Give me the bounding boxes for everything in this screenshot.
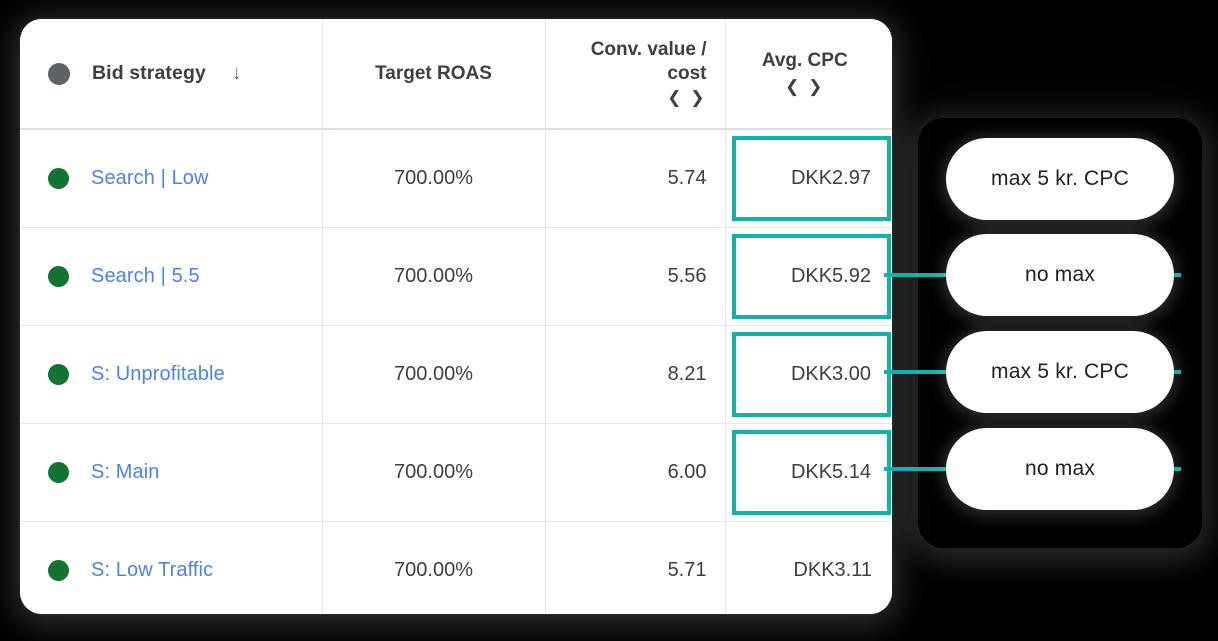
cell-avg-cpc: DKK3.11: [725, 521, 893, 614]
column-header-bid-strategy[interactable]: Bid strategy ↓: [20, 19, 323, 130]
sort-descending-arrow-icon[interactable]: ↓: [232, 63, 242, 85]
column-header-avg-cpc[interactable]: Avg. CPC ❮ ❯: [725, 19, 892, 130]
bid-strategy-link[interactable]: Search | 5.5: [91, 265, 200, 288]
avg-cpc-plain: DKK3.11: [726, 522, 893, 614]
bid-strategy-link[interactable]: S: Unprofitable: [91, 363, 225, 386]
cell-conv-value-cost: 6.00: [545, 423, 726, 522]
status-enabled-dot-icon: [48, 266, 69, 287]
column-header-conv-value-cost[interactable]: Conv. value / cost ❮ ❯: [545, 19, 726, 130]
column-header-label-avg-cpc: Avg. CPC: [761, 50, 848, 72]
callout-bubble: no max: [946, 234, 1174, 316]
bid-strategy-table: Bid strategy ↓ Target ROAS Conv. value /…: [20, 19, 892, 614]
callout-bubble: max 5 kr. CPC: [946, 138, 1174, 220]
cell-avg-cpc: DKK2.97: [725, 129, 892, 228]
table-row[interactable]: S: Low Traffic 700.00% 5.71 DKK3.11: [20, 521, 893, 614]
column-header-label-conv-value-line2: cost: [667, 63, 707, 85]
cell-avg-cpc: DKK3.00: [725, 325, 892, 424]
cell-avg-cpc: DKK5.92: [725, 227, 892, 326]
avg-cpc-value: DKK5.14: [790, 461, 871, 483]
bid-strategy-link[interactable]: S: Main: [91, 461, 160, 484]
avg-cpc-highlight-box: DKK2.97: [731, 136, 891, 221]
cell-target-roas: 700.00%: [322, 129, 546, 228]
callout-label: max 5 kr. CPC: [991, 360, 1129, 383]
table-row[interactable]: Search | Low 700.00% 5.74 DKK2.97: [20, 129, 892, 228]
avg-cpc-highlight-box: DKK3.00: [731, 332, 891, 417]
bid-strategy-link[interactable]: S: Low Traffic: [91, 559, 213, 582]
filled-circle-icon: [48, 62, 70, 85]
callout-bubble: no max: [946, 428, 1174, 510]
cell-target-roas: 700.00%: [322, 521, 546, 614]
cell-bid-strategy: Search | Low: [20, 129, 323, 228]
compare-chevrons-icon[interactable]: ❮ ❯: [564, 87, 707, 109]
avg-cpc-highlight-box: DKK5.14: [731, 430, 891, 515]
callout-connector-nub: [1174, 467, 1181, 471]
column-header-label-bid-strategy: Bid strategy: [92, 62, 206, 84]
callout-bubble: max 5 kr. CPC: [946, 331, 1174, 413]
screenshot-stage: Bid strategy ↓ Target ROAS Conv. value /…: [0, 0, 1218, 641]
table-header: Bid strategy ↓ Target ROAS Conv. value /…: [20, 19, 892, 130]
status-enabled-dot-icon: [48, 462, 69, 483]
cell-avg-cpc: DKK5.14: [725, 423, 892, 522]
status-enabled-dot-icon: [48, 168, 69, 189]
cell-target-roas: 700.00%: [322, 423, 546, 522]
cell-bid-strategy: S: Low Traffic: [20, 521, 323, 614]
status-enabled-dot-icon: [48, 364, 69, 385]
avg-cpc-value: DKK3.11: [793, 559, 872, 581]
cell-target-roas: 700.00%: [322, 227, 546, 326]
callout-connector-nub: [1174, 273, 1181, 277]
cell-bid-strategy: S: Unprofitable: [20, 325, 323, 424]
cell-target-roas: 700.00%: [322, 325, 546, 424]
avg-cpc-value: DKK2.97: [790, 167, 871, 189]
bid-strategy-link[interactable]: Search | Low: [91, 167, 209, 190]
cell-conv-value-cost: 5.56: [545, 227, 726, 326]
table-row[interactable]: S: Unprofitable 700.00% 8.21 DKK3.00: [20, 325, 892, 424]
callout-connector-nub: [1174, 370, 1181, 374]
table-body: Search | Low 700.00% 5.74 DKK2.97 Search…: [20, 129, 892, 614]
callout-label: no max: [1024, 263, 1096, 286]
table-row[interactable]: Search | 5.5 700.00% 5.56 DKK5.92: [20, 227, 892, 326]
cell-conv-value-cost: 5.74: [545, 129, 726, 228]
avg-cpc-highlight-box: DKK5.92: [731, 234, 891, 319]
cell-conv-value-cost: 5.71: [545, 521, 726, 614]
callout-label: max 5 kr. CPC: [991, 167, 1129, 190]
callout-connector-line: [884, 273, 948, 277]
cell-conv-value-cost: 8.21: [545, 325, 726, 424]
column-header-label-conv-value-line1: Conv. value /: [590, 38, 707, 60]
avg-cpc-value: DKK5.92: [790, 265, 871, 287]
table-row[interactable]: S: Main 700.00% 6.00 DKK5.14: [20, 423, 892, 522]
status-enabled-dot-icon: [48, 560, 69, 581]
header-row: Bid strategy ↓ Target ROAS Conv. value /…: [20, 19, 892, 130]
cell-bid-strategy: S: Main: [20, 423, 323, 522]
avg-cpc-value: DKK3.00: [790, 363, 871, 385]
callout-label: no max: [1024, 457, 1096, 480]
callout-connector-line: [884, 467, 948, 471]
column-header-target-roas[interactable]: Target ROAS: [322, 19, 546, 130]
callout-connector-line: [884, 370, 948, 374]
column-header-label-target-roas: Target ROAS: [375, 62, 492, 84]
compare-chevrons-icon[interactable]: ❮ ❯: [744, 76, 867, 98]
cell-bid-strategy: Search | 5.5: [20, 227, 323, 326]
bid-strategy-table-panel: Bid strategy ↓ Target ROAS Conv. value /…: [20, 19, 892, 614]
